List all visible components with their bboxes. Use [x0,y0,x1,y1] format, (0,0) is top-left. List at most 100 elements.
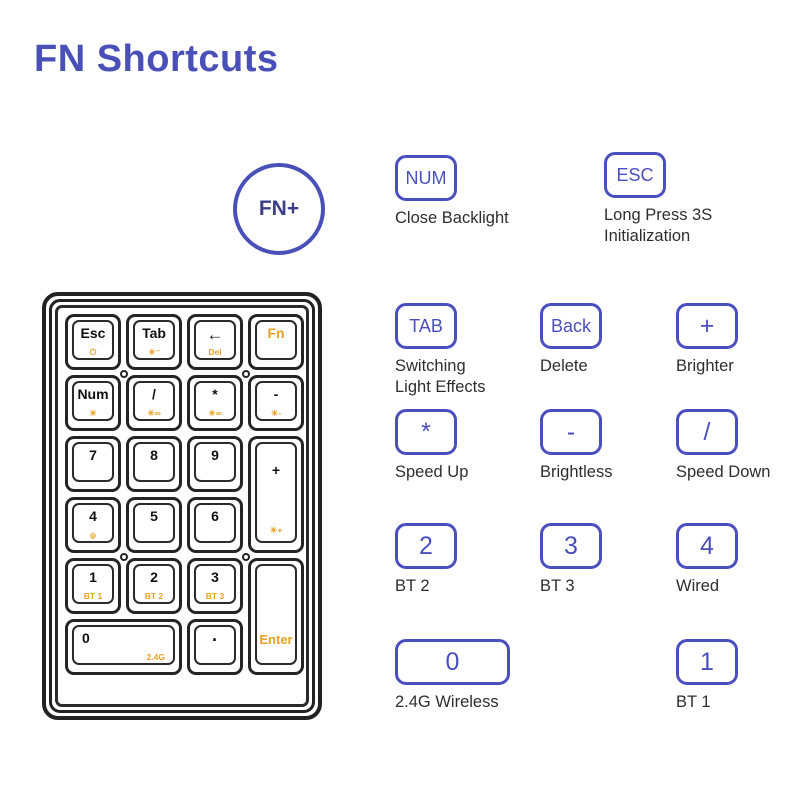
keycap-slash[interactable]: / [676,409,738,455]
shortcut-caption: Switching Light Effects [395,357,486,397]
keycap-label: 4 [700,531,714,560]
keycap-label: 2 [419,531,433,560]
keycap-label: NUM [405,168,447,188]
key-secondary-label: ☀⁻ [147,346,161,357]
keycap-2[interactable]: 2 [395,523,457,569]
numpad-key-9[interactable]: 9 [187,436,243,492]
keycap-label: 1 [700,647,714,676]
key-primary-label: / [152,386,156,402]
shortcut-wired[interactable]: 4 Wired [676,523,738,597]
shortcut-bt1[interactable]: 1 BT 1 [676,639,738,713]
plate-screw [120,553,128,561]
shortcut-plus[interactable]: + Brighter [676,303,738,377]
key-secondary-label: ☀ [89,407,97,418]
key-primary-label: Tab [142,325,166,341]
page-title: FN Shortcuts [34,38,279,80]
shortcut-slash[interactable]: / Speed Down [676,409,770,483]
keycap-label: - [566,417,576,446]
keycap-label: + [699,311,715,340]
numpad-key-6[interactable]: 6 [187,497,243,553]
numpad-key-7[interactable]: 7 [65,436,121,492]
keycap-label: 0 [445,647,460,676]
numpad-key-5[interactable]: 5 [126,497,182,553]
key-shell [255,564,297,665]
keycap-0[interactable]: 0 [395,639,510,685]
key-primary-label: Fn [267,325,285,341]
shortcut-num[interactable]: NUM Close Backlight [395,155,509,229]
key-primary-label: 8 [150,447,158,463]
keycap-label: TAB [409,316,443,336]
numpad-key-tab[interactable]: Tab ☀⁻ [126,314,182,370]
key-primary-label: 0 [82,630,90,646]
key-secondary-label: ⏻ [89,346,97,357]
shortcut-bt2[interactable]: 2 BT 2 [395,523,457,597]
key-primary-label: ← [206,325,224,344]
shortcut-caption: BT 1 [676,693,711,711]
shortcut-caption: Speed Up [395,463,469,481]
numpad-key-enter[interactable]: Enter [248,558,304,675]
key-secondary-label: ψ [89,529,97,540]
key-primary-label: * [212,386,218,402]
shortcut-caption: BT 3 [540,577,575,595]
numpad-key-slash[interactable]: / ☀∞ [126,375,182,431]
key-secondary-label: BT 3 [205,590,225,601]
shortcut-tab[interactable]: TAB Switching Light Effects [395,303,486,398]
numpad-key-fn[interactable]: Fn [248,314,304,370]
shortcut-esc[interactable]: ESC Long Press 3S Initialization [604,152,712,247]
numpad-key-8[interactable]: 8 [126,436,182,492]
key-secondary-label: ☀∞ [147,407,161,418]
keycap-label: Back [550,316,592,336]
plate-screw [120,370,128,378]
shortcut-caption: Brightless [540,463,613,481]
key-primary-label: 4 [89,508,97,524]
keycap-4[interactable]: 4 [676,523,738,569]
shortcut-caption: Speed Down [676,463,771,481]
key-primary-label: Esc [80,325,106,341]
shortcut-caption: 2.4G Wireless [395,693,499,711]
shortcut-24g[interactable]: 0 2.4G Wireless [395,639,510,713]
keycap-label: * [421,417,431,446]
key-primary-label: 7 [89,447,97,463]
numpad-key-minus[interactable]: - ☀- [248,375,304,431]
key-primary-label: 1 [89,569,97,585]
key-primary-label: 6 [211,508,219,524]
numpad-key-1[interactable]: 1 BT 1 [65,558,121,614]
numpad-key-esc[interactable]: Esc ⏻ [65,314,121,370]
keycap-3[interactable]: 3 [540,523,602,569]
shortcut-caption: Brighter [676,357,734,375]
numpad-key-0[interactable]: 0 2.4G [65,619,182,675]
shortcut-caption: Delete [540,357,588,375]
shortcut-minus[interactable]: - Brightless [540,409,612,483]
shortcut-back[interactable]: Back Delete [540,303,602,377]
numpad-key-asterisk[interactable]: * ☀∞ [187,375,243,431]
keycap-label: 3 [564,531,578,560]
key-secondary-label: ☀∞ [208,407,222,418]
numpad-key-4[interactable]: 4 ψ [65,497,121,553]
key-primary-label: Num [77,386,109,402]
fn-plus-badge: FN+ [233,163,325,255]
numpad-key-period[interactable]: · [187,619,243,675]
keycap-label: ESC [616,165,654,185]
numpad-key-num[interactable]: Num ☀ [65,375,121,431]
key-secondary-label: Del [208,346,222,357]
keycap-tab[interactable]: TAB [395,303,457,349]
keycap-1[interactable]: 1 [676,639,738,685]
key-primary-label: 2 [150,569,158,585]
keycap-minus[interactable]: - [540,409,602,455]
numpad-key-plus[interactable]: + ☀+ [248,436,304,553]
keycap-num[interactable]: NUM [395,155,457,201]
key-secondary-label: ☀+ [269,524,283,535]
keycap-esc[interactable]: ESC [604,152,666,198]
shortcut-caption: BT 2 [395,577,430,595]
key-primary-label: 9 [211,447,219,463]
numpad-key-3[interactable]: 3 BT 3 [187,558,243,614]
keycap-asterisk[interactable]: * [395,409,457,455]
numpad-key-backspace[interactable]: ← Del [187,314,243,370]
shortcut-bt3[interactable]: 3 BT 3 [540,523,602,597]
fn-plus-label: FN+ [258,197,300,220]
keycap-plus[interactable]: + [676,303,738,349]
shortcut-caption: Close Backlight [395,209,509,227]
shortcut-asterisk[interactable]: * Speed Up [395,409,468,483]
numpad-key-2[interactable]: 2 BT 2 [126,558,182,614]
keycap-back[interactable]: Back [540,303,602,349]
